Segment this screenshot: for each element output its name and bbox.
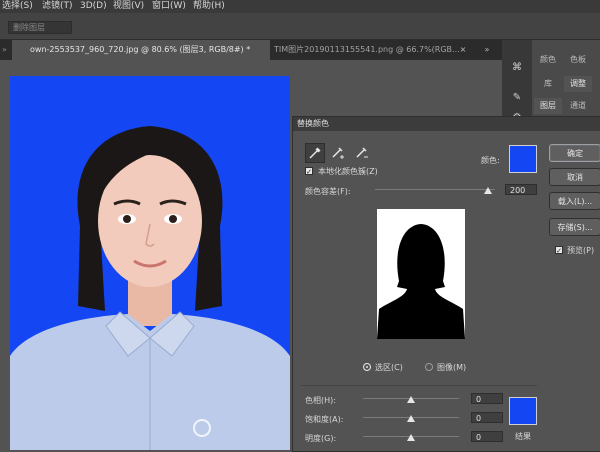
color-label: 颜色:: [481, 156, 500, 165]
fuzziness-slider-track[interactable]: [375, 189, 495, 190]
tab-inactive-label: TIM图片20190113155541.png @ 66.7%(RGB...: [274, 45, 460, 54]
result-label: 结果: [515, 432, 531, 441]
eyedropper-plus-tool[interactable]: [329, 143, 347, 161]
options-field[interactable]: 删除图层: [8, 21, 72, 34]
selection-color-swatch[interactable]: [509, 145, 537, 173]
tab-close-icon[interactable]: ×: [456, 40, 470, 60]
menu-bar: 选择(S) 滤镜(T) 3D(D) 视图(V) 窗口(W) 帮助(H): [0, 0, 600, 13]
eyedropper-tool[interactable]: [305, 143, 325, 163]
tab-active-label: own-2553537_960_720.jpg @ 80.6% (图层3, RG…: [30, 45, 251, 54]
hue-value-field[interactable]: 0: [471, 393, 503, 404]
silhouette-mask: [377, 209, 465, 339]
panel-tab-layers[interactable]: 图层: [534, 98, 562, 114]
dialog-title[interactable]: 替换颜色: [293, 117, 600, 131]
document-tab-bar: » own-2553537_960_720.jpg @ 80.6% (图层3, …: [0, 40, 502, 60]
cancel-button[interactable]: 取消: [549, 168, 600, 186]
localized-clusters-label: 本地化颜色簇(Z): [318, 167, 378, 176]
panel-tab-adjustments[interactable]: 调整: [564, 76, 592, 92]
saturation-value-field[interactable]: 0: [471, 412, 503, 423]
portrait-photo: [10, 76, 290, 450]
selection-radio[interactable]: [363, 363, 371, 371]
selection-preview[interactable]: [377, 209, 465, 339]
selection-radio-label: 选区(C): [375, 363, 403, 372]
menu-help[interactable]: 帮助(H): [193, 0, 225, 12]
ok-button[interactable]: 确定: [549, 144, 600, 162]
fuzziness-label: 颜色容差(F):: [305, 187, 351, 196]
tab-active-document[interactable]: own-2553537_960_720.jpg @ 80.6% (图层3, RG…: [12, 40, 270, 60]
hue-slider-thumb[interactable]: [407, 396, 415, 403]
result-color-swatch[interactable]: [509, 397, 537, 425]
preview-checkbox[interactable]: ✓: [555, 246, 563, 255]
menu-view[interactable]: 视图(V): [113, 0, 144, 12]
fuzziness-value-field[interactable]: 200: [505, 184, 537, 195]
eyedropper-icon: [309, 147, 321, 159]
panel-tab-swatches[interactable]: 色板: [564, 52, 592, 68]
saturation-slider-thumb[interactable]: [407, 415, 415, 422]
panel-tab-color[interactable]: 颜色: [534, 52, 562, 68]
brush-icon[interactable]: ✎: [511, 92, 523, 104]
options-bar: 删除图层: [0, 13, 600, 40]
menu-window[interactable]: 窗口(W): [152, 0, 186, 12]
fuzziness-slider-thumb[interactable]: [483, 187, 492, 194]
lightness-label: 明度(G):: [305, 434, 337, 443]
image-radio-label: 图像(M): [437, 363, 467, 372]
tab-overflow-icon[interactable]: »: [478, 40, 496, 60]
panel-tab-channels[interactable]: 通道: [564, 98, 592, 114]
menu-3d[interactable]: 3D(D): [80, 0, 107, 12]
localized-clusters-checkbox[interactable]: ✓: [305, 167, 313, 176]
load-button[interactable]: 载入(L)...: [549, 192, 600, 210]
hue-label: 色相(H):: [305, 396, 336, 405]
eyedropper-plus-icon: [332, 147, 344, 159]
lightness-value-field[interactable]: 0: [471, 431, 503, 442]
menu-select[interactable]: 选择(S): [2, 0, 33, 12]
panel-tab-libraries[interactable]: 库: [534, 76, 562, 92]
image-radio[interactable]: [425, 363, 433, 371]
preview-label: 预览(P): [567, 246, 595, 255]
eyedropper-minus-tool[interactable]: [353, 143, 371, 161]
save-button[interactable]: 存储(S)...: [549, 218, 600, 236]
eyedropper-minus-icon: [356, 147, 368, 158]
lightness-slider-thumb[interactable]: [407, 434, 415, 441]
saturation-label: 饱和度(A):: [305, 415, 344, 424]
menu-filter[interactable]: 滤镜(T): [42, 0, 73, 12]
history-icon[interactable]: ⌘: [511, 62, 523, 74]
tab-inactive-document[interactable]: TIM图片20190113155541.png @ 66.7%(RGB...: [270, 40, 470, 60]
document-canvas[interactable]: [10, 76, 290, 450]
replace-color-dialog: 替换颜色 颜色: ✓ 本地化颜色簇(Z) 颜色容差(F): 200 选区(C) …: [292, 116, 600, 452]
dialog-divider: [301, 385, 537, 386]
